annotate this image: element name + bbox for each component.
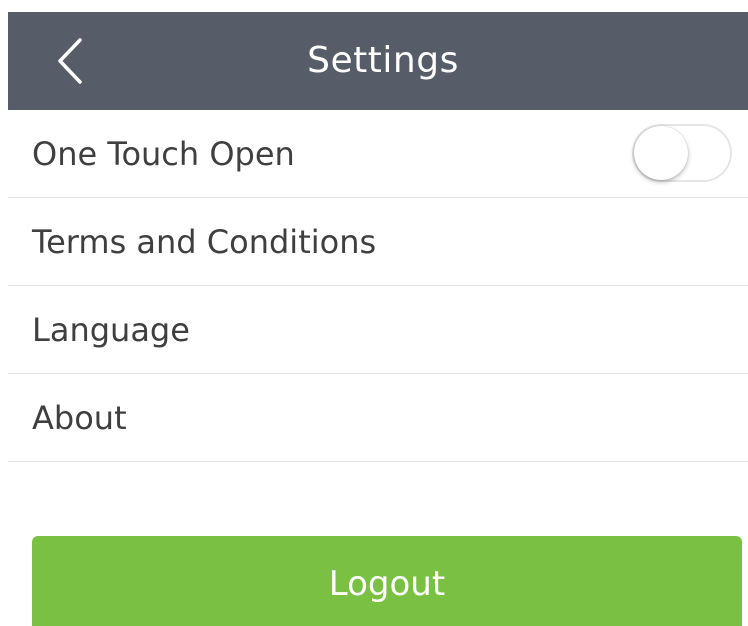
one-touch-open-toggle[interactable] <box>632 124 732 182</box>
page-title: Settings <box>307 40 459 81</box>
settings-item-label: Terms and Conditions <box>32 223 377 261</box>
settings-item-language[interactable]: Language <box>8 286 748 374</box>
top-nav-bar: Settings <box>8 12 748 110</box>
settings-item-label: One Touch Open <box>32 135 295 173</box>
logout-button[interactable]: Logout <box>32 536 742 626</box>
settings-list: One Touch Open Terms and Conditions Lang… <box>8 110 748 462</box>
settings-item-label: Language <box>32 311 190 349</box>
settings-item-about[interactable]: About <box>8 374 748 462</box>
settings-screen: Settings One Touch Open Terms and Condit… <box>0 0 748 626</box>
settings-item-one-touch-open: One Touch Open <box>8 110 748 198</box>
settings-item-terms-and-conditions[interactable]: Terms and Conditions <box>8 198 748 286</box>
settings-item-label: About <box>32 399 127 437</box>
toggle-knob <box>634 126 688 180</box>
